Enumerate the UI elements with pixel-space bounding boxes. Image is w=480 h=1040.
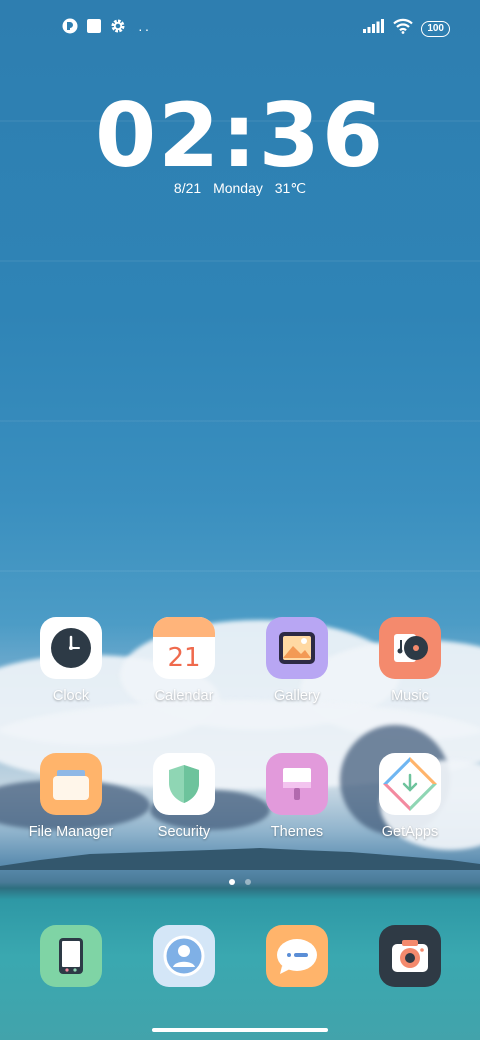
shield-icon <box>153 753 215 815</box>
app-label: Gallery <box>274 688 320 704</box>
clock-widget-date-line[interactable]: 8/21 Monday 31℃ <box>0 180 480 197</box>
gear-icon <box>110 18 126 39</box>
battery-indicator: 100 <box>421 20 450 37</box>
date-text: 8/21 <box>173 180 202 196</box>
app-security[interactable]: Security <box>129 753 239 840</box>
square-notification-icon <box>86 18 102 39</box>
app-calendar[interactable]: 21 Calendar <box>129 617 239 704</box>
clock-icon <box>40 617 102 679</box>
weekday-text: Monday <box>213 180 263 196</box>
app-label: Themes <box>270 824 324 840</box>
calendar-icon: 21 <box>153 617 215 679</box>
page-dot[interactable] <box>245 879 251 885</box>
wallpaper-streak <box>0 570 480 572</box>
dock-messages[interactable] <box>242 925 352 987</box>
music-icon <box>379 617 441 679</box>
app-file-manager[interactable]: File Manager <box>16 753 126 840</box>
app-label: Security <box>157 824 211 840</box>
app-clock[interactable]: Clock <box>16 617 126 704</box>
app-gallery[interactable]: Gallery <box>242 617 352 704</box>
contacts-icon <box>153 925 215 987</box>
camera-icon <box>379 925 441 987</box>
app-label: Calendar <box>154 688 214 704</box>
messages-icon <box>266 925 328 987</box>
home-screen: ·· 100 02:36 8/21 Monday 31℃ Clock 21 Ca… <box>0 0 480 1040</box>
paintbrush-icon <box>266 753 328 815</box>
wallpaper-streak <box>0 260 480 262</box>
temperature-text: 31℃ <box>274 180 307 196</box>
getapps-icon <box>379 753 441 815</box>
status-bar: ·· 100 <box>0 0 480 56</box>
wallpaper-streak <box>0 420 480 422</box>
dock-camera[interactable] <box>355 925 465 987</box>
home-gesture-bar[interactable] <box>152 1028 328 1032</box>
notification-app-icon <box>62 18 78 39</box>
cellular-signal-icon <box>363 19 385 38</box>
wallpaper-mountains <box>0 848 480 870</box>
dock-phone[interactable] <box>16 925 126 987</box>
clock-widget-time[interactable]: 02:36 <box>0 84 480 187</box>
page-indicator[interactable] <box>0 879 480 885</box>
page-dot-active[interactable] <box>229 879 235 885</box>
app-getapps[interactable]: GetApps <box>355 753 465 840</box>
phone-icon <box>40 925 102 987</box>
gallery-icon <box>266 617 328 679</box>
calendar-day: 21 <box>167 643 201 673</box>
more-notifications-dots: ·· <box>138 20 152 37</box>
app-label: GetApps <box>381 824 439 840</box>
app-label: File Manager <box>28 824 114 840</box>
wifi-icon <box>393 18 414 39</box>
dock-contacts[interactable] <box>129 925 239 987</box>
app-label: Music <box>391 688 429 704</box>
app-themes[interactable]: Themes <box>242 753 352 840</box>
app-label: Clock <box>52 688 90 704</box>
folder-icon <box>40 753 102 815</box>
app-music[interactable]: Music <box>355 617 465 704</box>
